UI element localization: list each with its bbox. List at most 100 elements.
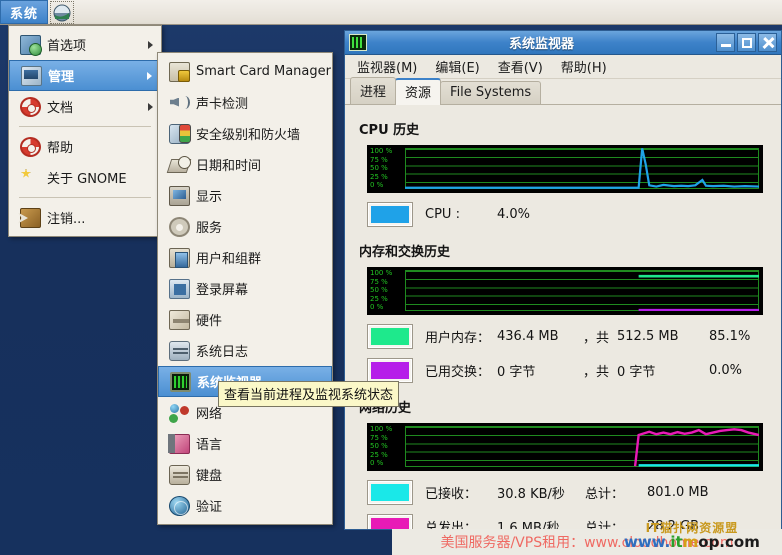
tabbar: 进程 资源 File Systems [345,77,781,105]
memory-plot-area [405,270,759,311]
help-documents-icon [17,95,43,119]
smartcard-icon [166,60,192,84]
swap-total-prefix: ，共 [583,365,610,380]
menu-item-keyboard[interactable]: 键盘 [158,459,332,490]
window-buttons [716,33,779,52]
help-icon [17,135,43,159]
menu-item-tooltip: 查看当前进程及监视系统状态 [218,381,400,407]
cpu-color-swatch[interactable] [367,202,413,227]
menu-item-label: 登录屏幕 [196,283,249,298]
administration-icon [18,64,44,88]
received-rate: 30.8 KB/秒 [497,487,565,502]
axis-tick-75: 75 % [370,277,388,286]
swap-legend-row: 已用交换： 0 字节 ，共 0 字节 0.0% [367,358,769,383]
close-button[interactable] [758,33,777,52]
menu-item-hardware[interactable]: 硬件 [158,304,332,335]
menu-item-label: 服务 [196,221,223,236]
menu-item-label: 声卡检测 [196,97,249,112]
axis-tick-50: 50 % [370,442,388,451]
menu-item-date-and-time[interactable]: 日期和时间 [158,149,332,180]
received-color-swatch[interactable] [367,480,413,505]
menu-item-services[interactable]: 服务 [158,211,332,242]
axis-tick-25: 25 % [370,450,388,459]
window-titlebar[interactable]: 系统监视器 [345,31,781,55]
menubar-item-monitor[interactable]: 监视器(M) [350,55,424,78]
network-plot-area [405,426,759,467]
menu-item-preferences[interactable]: 首选项 [9,29,161,60]
axis-tick-50: 50 % [370,286,388,295]
memory-history-graph: 100 % 75 % 50 % 25 % 0 % [367,267,763,315]
menu-item-system-log[interactable]: 系统日志 [158,335,332,366]
menu-item-display[interactable]: 显示 [158,180,332,211]
axis-tick-100: 100 % [370,425,393,433]
memory-series-lines [405,270,759,311]
datetime-icon [166,153,192,177]
menu-item-label: 系统日志 [196,345,249,360]
system-log-icon [166,339,192,363]
menu-item-documents[interactable]: 文档 [9,91,161,122]
cpu-plot-area [405,148,759,189]
menu-item-smart-card-manager[interactable]: Smart Card Manager [158,56,332,87]
axis-tick-0: 0 % [370,459,384,468]
menu-item-soundcard-detection[interactable]: 声卡检测 [158,87,332,118]
swap-label: 已用交换： [425,365,491,380]
minimize-button[interactable] [716,33,735,52]
web-browser-icon[interactable] [50,1,75,24]
panel-menu-system[interactable]: 系统 [0,0,49,24]
window-title: 系统监视器 [508,37,574,52]
system-monitor-icon [349,34,367,51]
received-total: 801.0 MB [647,485,709,500]
watermark-url-part2: it [670,532,683,551]
maximize-button[interactable] [737,33,756,52]
menu-item-label: 管理 [48,70,75,85]
menu-item-authentication[interactable]: 验证 [158,490,332,521]
menubar-item-edit[interactable]: 编辑(E) [428,55,486,78]
menu-item-about-gnome[interactable]: 关于 GNOME [9,162,161,193]
sent-color-swatch[interactable] [367,514,413,529]
menu-separator [19,197,151,198]
menubar: 监视器(M) 编辑(E) 查看(V) 帮助(H) [345,55,781,79]
menubar-item-view[interactable]: 查看(V) [491,55,550,78]
user-memory-total-prefix: ，共 [583,331,610,346]
menu-item-label: 安全级别和防火墙 [196,128,301,143]
menu-item-label: 首选项 [47,39,87,54]
axis-tick-75: 75 % [370,155,388,164]
display-icon [166,184,192,208]
cpu-legend-value: 4.0% [497,207,531,222]
tab-file-systems[interactable]: File Systems [440,81,542,104]
received-legend-row: 已接收： 30.8 KB/秒 总计： 801.0 MB [367,480,769,505]
menu-item-login-screen[interactable]: 登录屏幕 [158,273,332,304]
memory-history-title: 内存和交换历史 [359,245,451,260]
network-history-title: 网络历史 [359,401,412,416]
user-memory-color-swatch[interactable] [367,324,413,349]
preferences-icon [17,33,43,57]
system-monitor-window: 系统监视器 监视器(M) 编辑(E) 查看(V) 帮助(H) 进程 资源 Fil… [344,30,782,530]
menu-item-label: 键盘 [196,469,223,484]
menu-item-help[interactable]: 帮助 [9,131,161,162]
administration-submenu: Smart Card Manager 声卡检测 安全级别和防火墙 日期和时间 显… [157,52,333,525]
desktop-edge-fragment [0,172,9,190]
memory-legend-row: 用户内存： 436.4 MB ，共 512.5 MB 85.1% [367,324,769,349]
menu-item-users-and-groups[interactable]: 用户和组群 [158,242,332,273]
users-groups-icon [166,246,192,270]
axis-tick-100: 100 % [370,147,393,155]
gnome-stars-icon [17,166,43,190]
swap-color-swatch[interactable] [367,358,413,383]
watermark-brand: IT猫扑网资源盟 www.itmop.com [624,522,760,550]
menu-item-label: 帮助 [47,141,74,156]
menu-separator [19,126,151,127]
menubar-item-help[interactable]: 帮助(H) [554,55,614,78]
menu-item-label: 语言 [196,438,223,453]
chevron-right-icon [148,40,153,49]
tab-resources[interactable]: 资源 [395,78,442,105]
hardware-icon [166,308,192,332]
menu-item-security-level-firewall[interactable]: 安全级别和防火墙 [158,118,332,149]
menu-item-logout[interactable]: 注销... [9,202,161,233]
watermark-url-part4: op.com [698,532,760,551]
soundcard-icon [166,91,192,115]
services-icon [166,215,192,239]
menu-item-administration[interactable]: 管理 [9,60,161,91]
menu-item-language[interactable]: 语言 [158,428,332,459]
menu-item-label: 硬件 [196,314,223,329]
tab-processes[interactable]: 进程 [350,77,397,104]
